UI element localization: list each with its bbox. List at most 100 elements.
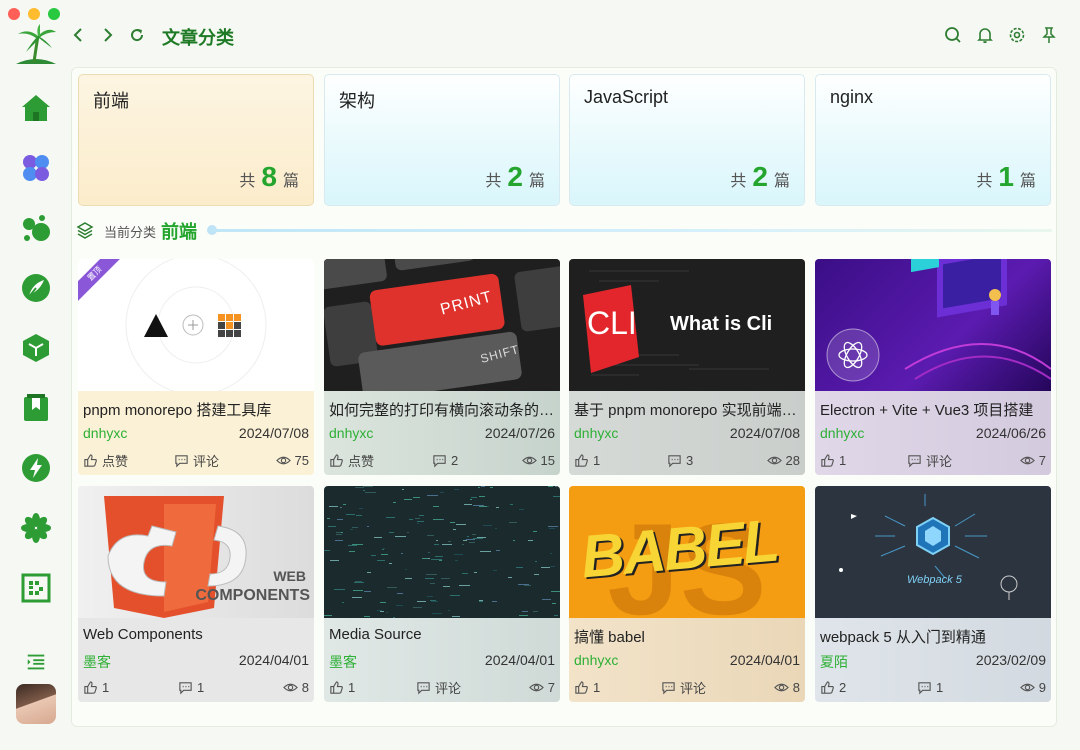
article-title[interactable]: 搞懂 babel: [574, 626, 800, 647]
thumbnail-heading: What is Cli: [670, 313, 773, 335]
page-title: 文章分类: [162, 28, 234, 48]
article-card[interactable]: 置顶 pnpm monorepo 搭建工具库 dnhyxc 2024/07/08…: [78, 259, 314, 475]
article-card[interactable]: WEB COMPONENTS Web Components 墨客 2024/04…: [78, 486, 314, 702]
thumbs-up-icon: [330, 453, 343, 467]
view-count: 28: [766, 451, 800, 469]
article-author[interactable]: 夏陌: [820, 652, 848, 672]
bubbles-icon: [23, 215, 50, 241]
article-info: Media Source 墨客 2024/04/01 1 评论 7: [324, 618, 560, 702]
bell-icon[interactable]: [976, 26, 994, 44]
article-author[interactable]: dnhyxc: [574, 425, 618, 441]
feather-icon: [22, 274, 50, 302]
article-info: 基于 pnpm monorepo 实现前端脚手架 dnhyxc 2024/07/…: [569, 391, 805, 475]
category-card-architecture[interactable]: 架构 共2篇: [324, 74, 560, 206]
category-name: JavaScript: [584, 87, 669, 107]
comment-button[interactable]: 1: [917, 678, 943, 696]
eye-icon: [528, 683, 544, 691]
article-title[interactable]: webpack 5 从入门到精通: [820, 626, 1046, 647]
article-title[interactable]: pnpm monorepo 搭建工具库: [83, 399, 309, 420]
article-card[interactable]: PRINT SHIFT 如何完整的打印有横向滚动条的页面 dnhyxc 2024…: [324, 259, 560, 475]
asterisk-icon: [21, 513, 51, 543]
category-name: 前端: [93, 91, 129, 111]
category-card-javascript[interactable]: JavaScript 共2篇: [569, 74, 805, 206]
sidebar-item-qrcode[interactable]: [18, 570, 54, 606]
article-author[interactable]: 墨客: [329, 652, 357, 672]
article-info: Electron + Vite + Vue3 项目搭建 dnhyxc 2024/…: [815, 391, 1051, 475]
article-author[interactable]: dnhyxc: [820, 425, 864, 441]
article-author[interactable]: dnhyxc: [83, 425, 127, 441]
article-title[interactable]: 基于 pnpm monorepo 实现前端脚手架: [574, 399, 800, 420]
category-card-frontend[interactable]: 前端 共8篇: [78, 74, 314, 206]
like-button[interactable]: 点赞: [329, 451, 374, 469]
four-petal-icon: [23, 155, 49, 181]
sidebar-item-flower[interactable]: [18, 510, 54, 546]
article-info: 如何完整的打印有横向滚动条的页面 dnhyxc 2024/07/26 点赞 2 …: [324, 391, 560, 475]
like-button[interactable]: 1: [574, 678, 600, 696]
comment-button[interactable]: 评论: [174, 451, 219, 469]
comment-button[interactable]: 评论: [416, 678, 461, 696]
eye-icon: [1019, 456, 1035, 464]
sidebar-item-flash[interactable]: [18, 450, 54, 486]
article-info: webpack 5 从入门到精通 夏陌 2023/02/09 2 1 9: [815, 618, 1051, 702]
pin-icon[interactable]: [1040, 26, 1058, 44]
refresh-icon[interactable]: [128, 26, 146, 44]
like-button[interactable]: 点赞: [83, 451, 128, 469]
sidebar-item-apps[interactable]: [18, 150, 54, 186]
article-date: 2023/02/09: [975, 652, 1046, 668]
article-thumbnail: [324, 486, 560, 618]
sidebar-item-bookmark[interactable]: [18, 390, 54, 426]
article-title[interactable]: Web Components: [83, 626, 309, 643]
sidebar-item-bubbles[interactable]: [18, 210, 54, 246]
top-bar: 文章分类: [70, 18, 1070, 54]
current-category-label: 当前分类: [104, 225, 157, 240]
forward-arrow-icon[interactable]: [98, 26, 116, 44]
cube-icon: [23, 334, 49, 362]
article-title[interactable]: 如何完整的打印有横向滚动条的页面: [329, 399, 555, 420]
like-button[interactable]: 1: [574, 451, 600, 469]
comment-button[interactable]: 1: [178, 678, 204, 696]
like-button[interactable]: 1: [329, 678, 355, 696]
back-arrow-icon[interactable]: [70, 26, 88, 44]
palm-tree-logo-icon[interactable]: [14, 24, 58, 66]
article-card[interactable]: Media Source 墨客 2024/04/01 1 评论 7: [324, 486, 560, 702]
current-category-value: 前端: [161, 222, 197, 242]
article-title[interactable]: Media Source: [329, 626, 555, 643]
like-button[interactable]: 2: [820, 678, 846, 696]
article-author[interactable]: dnhyxc: [329, 425, 373, 441]
gear-icon[interactable]: [1008, 26, 1026, 44]
article-card[interactable]: CLI What is Cli 基于 pnpm monorepo 实现前端脚手架…: [569, 259, 805, 475]
like-button[interactable]: 1: [83, 678, 109, 696]
view-count: 8: [282, 678, 309, 696]
sidebar-collapse-button[interactable]: [18, 644, 54, 680]
sidebar: [0, 0, 70, 750]
thumbs-up-icon: [575, 453, 588, 467]
sidebar-item-home[interactable]: [18, 90, 54, 126]
comment-button[interactable]: 评论: [907, 451, 952, 469]
article-thumbnail: JS BABEL: [569, 486, 805, 618]
app-window: 文章分类 前端 共8篇 架构 共2篇 JavaScript 共2篇 nginx …: [0, 0, 1080, 750]
comment-icon: [175, 454, 188, 467]
user-avatar[interactable]: [16, 684, 56, 724]
comment-button[interactable]: 3: [667, 451, 693, 469]
comment-button[interactable]: 评论: [661, 678, 706, 696]
bookmark-icon: [24, 394, 48, 421]
category-card-nginx[interactable]: nginx 共1篇: [815, 74, 1051, 206]
article-card[interactable]: Webpack 5 webpack 5 从入门到精通 夏陌 2023/02/09…: [815, 486, 1051, 702]
webpack-logo-text: Webpack 5: [907, 574, 962, 586]
article-thumbnail: WEB COMPONENTS: [78, 486, 314, 618]
article-date: 2024/07/08: [729, 425, 800, 441]
like-button[interactable]: 1: [820, 451, 846, 469]
article-card[interactable]: Electron + Vite + Vue3 项目搭建 dnhyxc 2024/…: [815, 259, 1051, 475]
comment-icon: [662, 681, 675, 694]
article-title[interactable]: Electron + Vite + Vue3 项目搭建: [820, 399, 1046, 420]
article-author[interactable]: 墨客: [83, 652, 111, 672]
sidebar-item-write[interactable]: [18, 270, 54, 306]
view-count: 7: [1019, 451, 1046, 469]
article-author[interactable]: dnhyxc: [574, 652, 618, 668]
article-card[interactable]: JS BABEL 搞懂 babel dnhyxc 2024/04/01 1 评论…: [569, 486, 805, 702]
sidebar-item-cube[interactable]: [18, 330, 54, 366]
comment-button[interactable]: 2: [432, 451, 458, 469]
search-icon[interactable]: [944, 26, 962, 44]
thumbs-up-icon: [330, 680, 343, 694]
menu-collapse-icon: [27, 654, 45, 670]
